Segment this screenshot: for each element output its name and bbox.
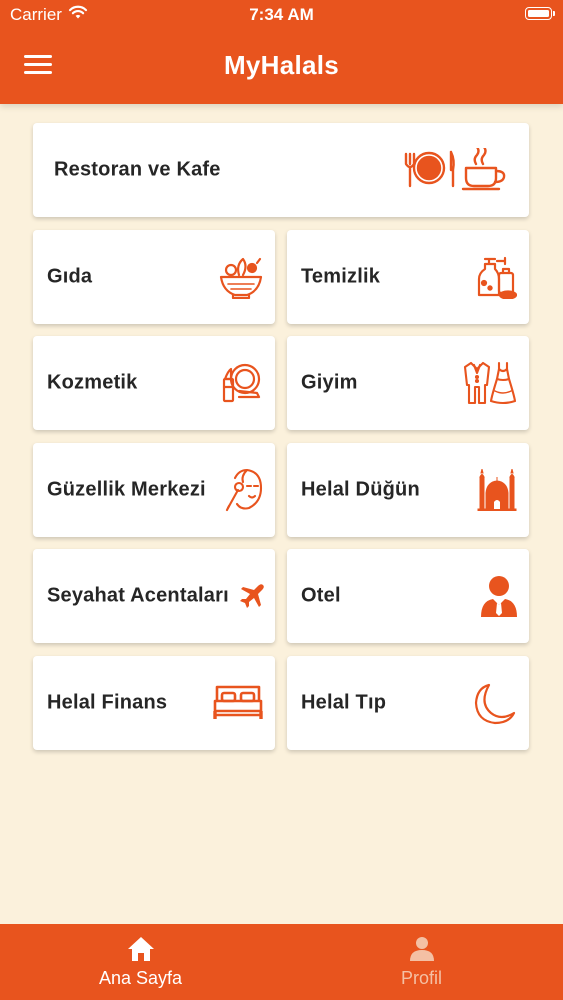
category-label: Restoran ve Kafe bbox=[54, 158, 221, 181]
tab-profil[interactable]: Profil bbox=[281, 924, 562, 1000]
clothing-icon bbox=[463, 361, 517, 405]
beauty-face-icon bbox=[225, 468, 263, 512]
category-label: Helal Finans bbox=[47, 691, 168, 714]
category-card-otel[interactable]: Otel bbox=[287, 549, 529, 643]
crescent-moon-icon bbox=[473, 681, 517, 725]
tab-label: Ana Sayfa bbox=[98, 968, 183, 988]
category-card-seyahat[interactable]: Seyahat Acentaları bbox=[33, 549, 275, 643]
category-card-gida[interactable]: Gıda bbox=[33, 230, 275, 324]
category-label: Kozmetik bbox=[47, 371, 138, 394]
category-card-guzellik[interactable]: Güzellik Merkezi bbox=[33, 443, 275, 537]
tab-label: Profil bbox=[400, 968, 442, 988]
category-card-restoran[interactable]: Restoran ve Kafe bbox=[33, 123, 529, 217]
category-label: Giyim bbox=[301, 371, 358, 394]
bottom-tab-bar: Ana Sayfa Profil bbox=[0, 924, 563, 1000]
category-label: Helal Düğün bbox=[301, 478, 420, 501]
battery-icon bbox=[525, 7, 555, 20]
restaurant-cafe-icon bbox=[403, 148, 509, 192]
cleaning-supplies-icon bbox=[475, 255, 517, 299]
businessman-icon bbox=[481, 575, 517, 617]
airplane-icon bbox=[239, 583, 265, 609]
cosmetics-icon bbox=[221, 363, 261, 403]
mosque-icon bbox=[477, 469, 517, 511]
home-icon bbox=[127, 936, 155, 967]
status-bar: Carrier 7:34 AM bbox=[0, 0, 563, 30]
category-card-kozmetik[interactable]: Kozmetik bbox=[33, 336, 275, 430]
category-card-tip[interactable]: Helal Tıp bbox=[287, 656, 529, 750]
category-label: Güzellik Merkezi bbox=[47, 478, 206, 501]
category-label: Seyahat Acentaları bbox=[47, 584, 229, 607]
page-title: MyHalals bbox=[223, 50, 340, 80]
bed-icon bbox=[213, 683, 263, 723]
salad-bowl-icon bbox=[219, 255, 263, 299]
tab-ana-sayfa[interactable]: Ana Sayfa bbox=[0, 924, 281, 1000]
category-label: Temizlik bbox=[301, 265, 381, 288]
category-card-temizlik[interactable]: Temizlik bbox=[287, 230, 529, 324]
user-icon bbox=[409, 936, 435, 967]
app-header: Carrier 7:34 AM MyHalals bbox=[0, 0, 563, 104]
category-label: Gıda bbox=[47, 265, 93, 288]
category-label: Otel bbox=[301, 584, 341, 607]
clock: 7:34 AM bbox=[249, 5, 314, 24]
category-card-dugun[interactable]: Helal Düğün bbox=[287, 443, 529, 537]
category-label: Helal Tıp bbox=[301, 691, 387, 714]
category-card-giyim[interactable]: Giyim bbox=[287, 336, 529, 430]
category-card-finans[interactable]: Helal Finans bbox=[33, 656, 275, 750]
